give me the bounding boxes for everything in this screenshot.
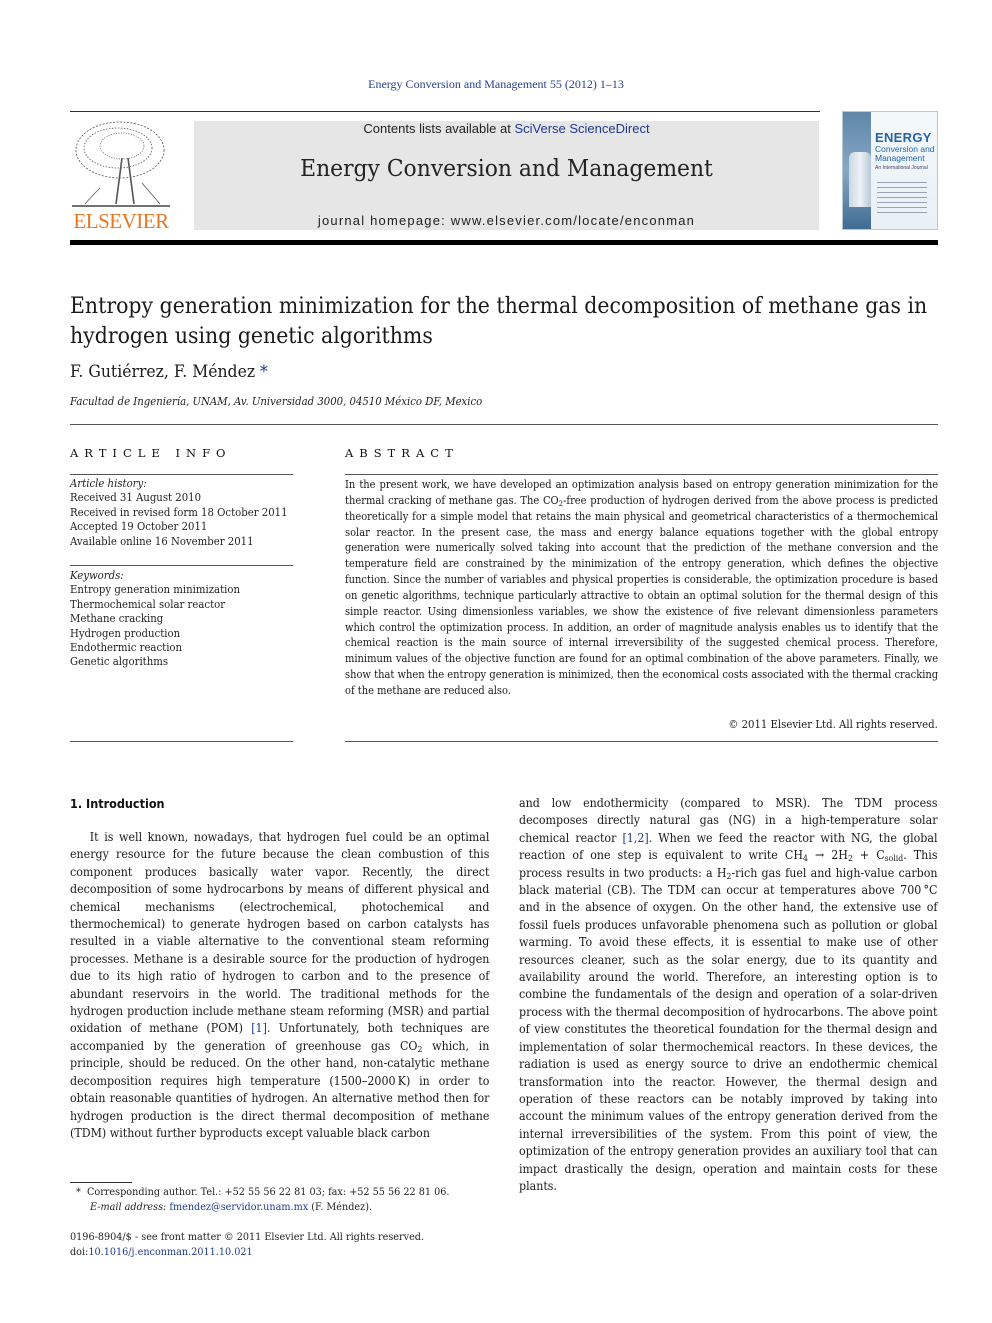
history-label: Article history:	[70, 477, 147, 490]
keyword-item: Hydrogen production	[70, 626, 181, 640]
journal-cover-thumbnail[interactable]: ENERGY Conversion and Management An Inte…	[842, 111, 938, 230]
author-names: F. Gutiérrez, F. Méndez	[70, 362, 256, 382]
email-suffix: (F. Méndez).	[308, 1201, 373, 1213]
section-heading-introduction: 1. Introduction	[70, 796, 165, 811]
running-head[interactable]: Energy Conversion and Management 55 (201…	[0, 77, 992, 92]
cover-title: ENERGY	[875, 130, 932, 145]
doi-prefix: doi:	[70, 1246, 89, 1258]
intro-left-column: It is well known, nowadays, that hydroge…	[70, 829, 490, 1142]
cover-subtitle: Conversion and Management	[875, 144, 935, 163]
email-label: E-mail address:	[90, 1201, 167, 1213]
keyword-item: Methane cracking	[70, 612, 164, 626]
affiliation: Facultad de Ingeniería, UNAM, Av. Univer…	[70, 395, 483, 408]
doi-link[interactable]: 10.1016/j.enconman.2011.10.021	[88, 1246, 252, 1258]
article-info-heading: ARTICLE INFO	[70, 446, 232, 460]
divider	[70, 424, 938, 425]
equation-text: → 2H	[807, 848, 848, 863]
history-item: Received in revised form 18 October 2011	[70, 505, 288, 519]
divider	[70, 741, 293, 742]
authors: F. Gutiérrez, F. Méndez *	[70, 362, 268, 382]
abstract-copyright: © 2011 Elsevier Ltd. All rights reserved…	[345, 718, 938, 731]
divider	[345, 741, 938, 742]
front-matter-note: 0196-8904/$ - see front matter © 2011 El…	[70, 1231, 425, 1243]
top-rule	[70, 111, 820, 112]
cooling-tower-icon	[849, 152, 871, 207]
equation-text: + C	[852, 848, 885, 863]
journal-homepage[interactable]: journal homepage: www.elsevier.com/locat…	[194, 213, 819, 228]
corresponding-author-note: * Corresponding author. Tel.: +52 55 56 …	[76, 1185, 449, 1200]
footnote-marker: *	[76, 1186, 81, 1198]
keyword-item: Genetic algorithms	[70, 655, 169, 669]
keywords: Keywords: Entropy generation minimizatio…	[70, 569, 291, 670]
contents-line: Contents lists available at SciVerse Sci…	[194, 121, 819, 136]
history-item: Accepted 19 October 2011	[70, 520, 208, 534]
keyword-item: Endothermic reaction	[70, 641, 183, 655]
paragraph-text: -rich gas fuel and high-value carbon bla…	[519, 865, 938, 1193]
article-history: Article history: Received 31 August 2010…	[70, 477, 291, 549]
keyword-item: Entropy generation minimization	[70, 583, 240, 597]
cover-tagline: An International Journal	[875, 165, 928, 171]
journal-name: Energy Conversion and Management	[300, 156, 713, 182]
abstract-text: -free production of hydrogen derived fro…	[345, 493, 939, 697]
masthead-rule	[70, 240, 938, 245]
footnote-rule	[70, 1182, 132, 1183]
paragraph-text: It is well known, nowadays, that hydroge…	[70, 830, 490, 1036]
keywords-label: Keywords:	[70, 569, 124, 582]
footnote-text: Corresponding author. Tel.: +52 55 56 22…	[86, 1186, 450, 1198]
history-item: Received 31 August 2010	[70, 491, 202, 505]
intro-right-column: and low endothermicity (compared to MSR)…	[519, 795, 938, 1195]
history-item: Available online 16 November 2011	[70, 534, 254, 548]
divider	[70, 474, 293, 475]
abstract-heading: ABSTRACT	[345, 446, 459, 460]
email-link[interactable]: fmendez@servidor.unam.mx	[169, 1201, 308, 1213]
citation-link[interactable]: [1]	[251, 1021, 267, 1035]
sciencedirect-link[interactable]: SciVerse ScienceDirect	[514, 121, 649, 136]
keyword-item: Thermochemical solar reactor	[70, 597, 226, 611]
divider	[345, 474, 938, 475]
elsevier-wordmark[interactable]: ELSEVIER	[70, 209, 172, 234]
doi-line: doi:10.1016/j.enconman.2011.10.021	[70, 1245, 253, 1260]
cover-text-lines	[877, 182, 927, 217]
email-note: E-mail address: fmendez@servidor.unam.mx…	[90, 1200, 372, 1215]
subscript: solid	[884, 854, 904, 865]
divider	[70, 565, 293, 566]
copyright-text: © 2011 Elsevier Ltd. All rights reserved…	[728, 718, 938, 731]
article-title: Entropy generation minimization for the …	[70, 294, 928, 349]
contents-prefix: Contents lists available at	[363, 121, 515, 136]
citation-link[interactable]: [1,2]	[622, 831, 648, 845]
paragraph-text: which, in principle, should be reduced. …	[70, 1038, 490, 1140]
corresponding-author-marker[interactable]: *	[260, 362, 268, 382]
abstract-body: In the present work, we have developed a…	[345, 477, 938, 699]
